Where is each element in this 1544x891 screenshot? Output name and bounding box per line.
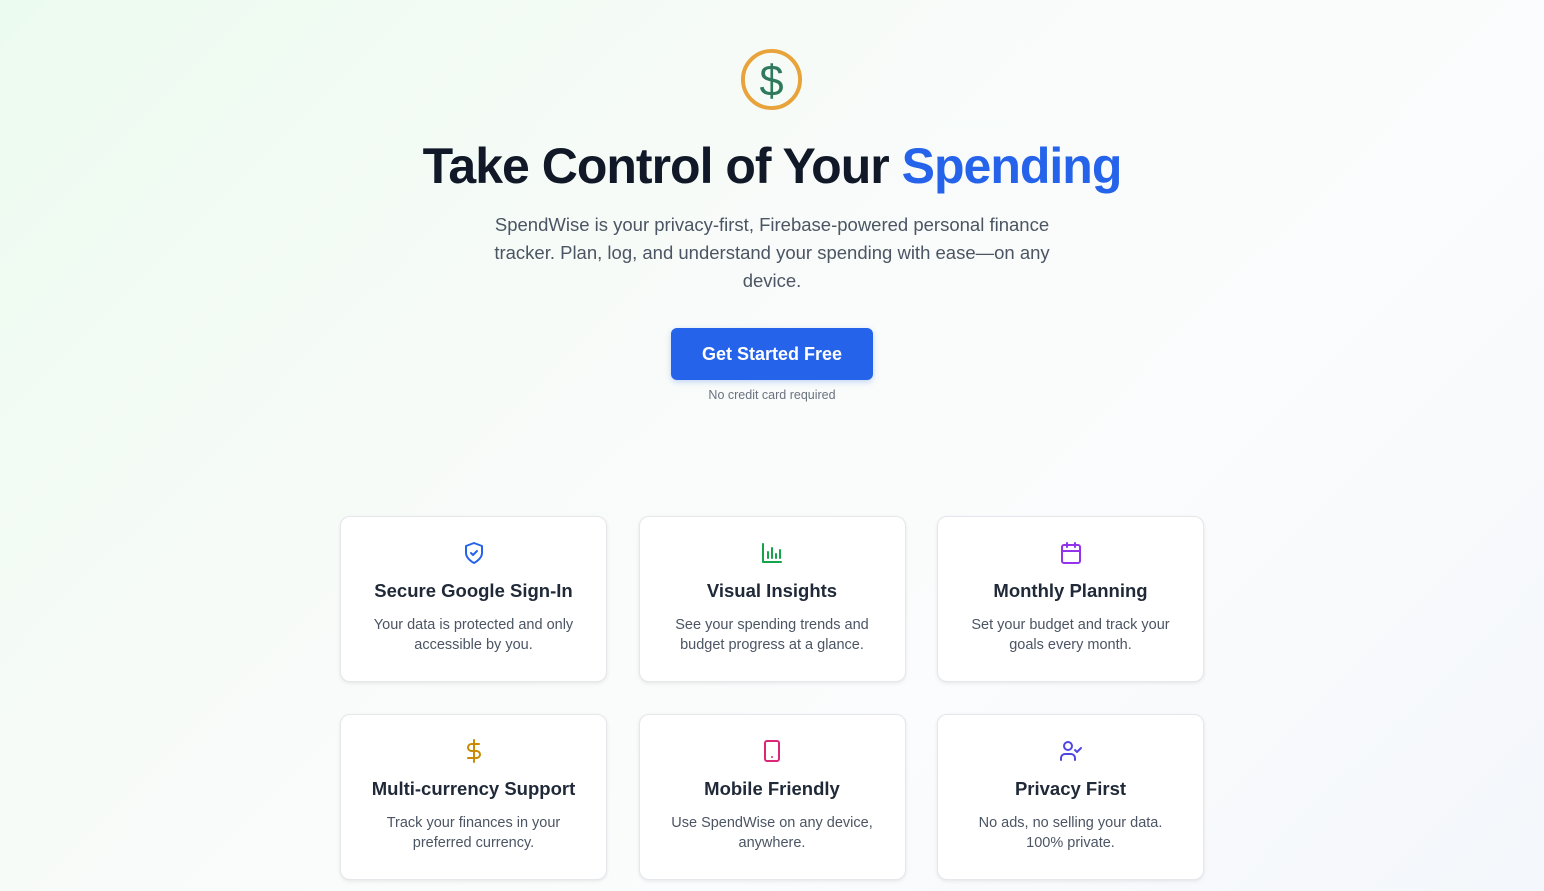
feature-title: Mobile Friendly [704, 778, 840, 799]
feature-description: See your spending trends and budget prog… [675, 617, 869, 653]
feature-card-privacy-first: Privacy First No ads, no selling your da… [937, 714, 1204, 880]
cta-note: No credit card required [708, 388, 836, 402]
feature-card-monthly-planning: Monthly Planning Set your budget and tra… [937, 516, 1204, 682]
user-check-icon [1059, 741, 1082, 761]
feature-description: Use SpendWise on any device, anywhere. [671, 815, 873, 851]
calendar-icon [1060, 542, 1081, 564]
tablet-icon [764, 740, 780, 762]
feature-title: Monthly Planning [993, 580, 1148, 601]
feature-title: Secure Google Sign-In [374, 580, 573, 601]
page-title-accent: Spending [901, 138, 1123, 194]
feature-description: Set your budget and track your goals eve… [971, 617, 1170, 653]
feature-card-visual-insights: Visual Insights See your spending trends… [638, 516, 906, 682]
dollar-circle-icon: $ [740, 48, 803, 111]
svg-text:$: $ [759, 57, 783, 105]
dollar-icon [466, 739, 481, 763]
page-title: Take Control of Your Spending [0, 134, 1544, 198]
feature-title: Visual Insights [706, 580, 838, 601]
feature-card-mobile-friendly: Mobile Friendly Use SpendWise on any dev… [638, 714, 906, 880]
page-title-main: Take Control of Your [422, 138, 902, 194]
feature-card-multi-currency: Multi-currency Support Track your financ… [340, 714, 607, 880]
feature-card-secure-sign-in: Secure Google Sign-In Your data is prote… [340, 516, 607, 682]
feature-description: Your data is protected and only accessib… [373, 617, 574, 653]
feature-description: Track your finances in your preferred cu… [386, 815, 561, 851]
bar-chart-icon [762, 543, 782, 563]
shield-check-icon [464, 542, 483, 564]
feature-title: Privacy First [1014, 778, 1127, 799]
features-grid: Secure Google Sign-In Your data is prote… [340, 516, 1204, 880]
hero-subtitle: SpendWise is your privacy-first, Firebas… [494, 214, 1050, 291]
feature-description: No ads, no selling your data. 100% priva… [978, 815, 1163, 851]
get-started-button[interactable]: Get Started Free [671, 328, 873, 380]
feature-title: Multi-currency Support [371, 778, 576, 799]
